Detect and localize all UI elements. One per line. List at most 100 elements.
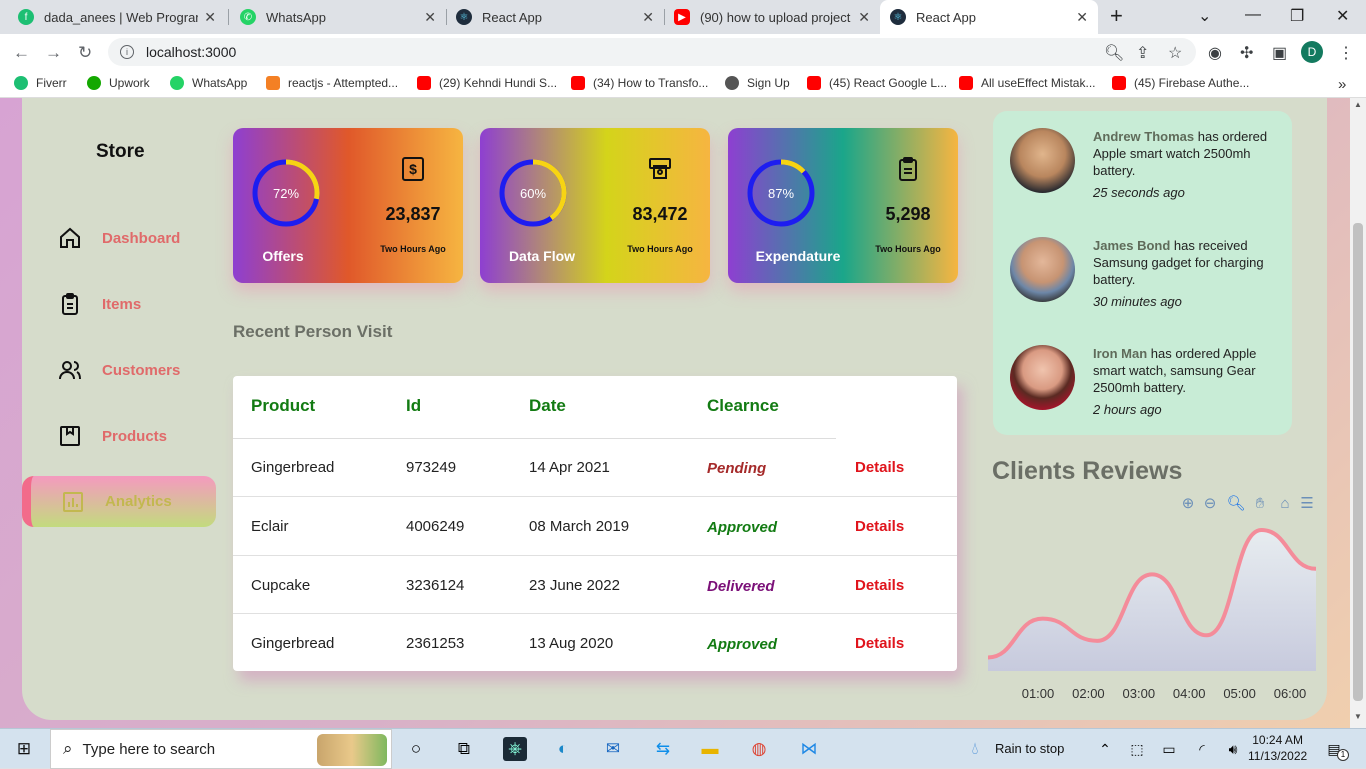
whatsapp-icon [170,76,184,90]
bookmark-fiverr[interactable]: Fiverr [14,76,67,90]
pan-icon[interactable]: ✋︎ [1251,494,1269,512]
tab-3[interactable]: ▶ (90) how to upload project o ✕ [664,0,880,34]
sidebar-item-analytics[interactable]: Analytics [22,476,216,527]
extensions-icon[interactable]: ✣ [1240,43,1253,63]
bookmark-youtube-1[interactable]: (29) Kehndi Hundi S... [417,76,557,90]
recent-visits-table: Product Id Date Clearnce Gingerbread 9732… [233,376,957,671]
file-explorer-icon[interactable]: ▬ [698,737,722,761]
battery-icon[interactable]: ▭ [1157,737,1181,761]
sidebar-item-customers[interactable]: Customers [58,358,180,382]
profile-avatar[interactable]: D [1301,41,1323,63]
tab-4-active[interactable]: ⚛ React App ✕ [880,0,1098,34]
sidebar-item-products[interactable]: Products [58,424,167,448]
wifi-icon[interactable]: ◜ [1190,737,1214,761]
zoom-in-icon[interactable]: ⊕ [1179,494,1197,512]
svg-text:$: $ [409,161,417,177]
bookmark-youtube-3[interactable]: (45) React Google L... [807,76,947,90]
tab-0[interactable]: f dada_anees | Web Programm ✕ [8,0,226,34]
windows-start-icon[interactable]: ⊞ [12,737,36,761]
cell-product: Gingerbread [251,634,335,652]
bookmark-upwork[interactable]: Upwork [87,76,150,90]
menu-dots-icon[interactable]: ⋮ [1338,43,1354,63]
header-id: Id [406,396,422,415]
taskbar-search[interactable]: ⌕ Type here to search [50,729,392,769]
tab-1[interactable]: ✆ WhatsApp ✕ [230,0,446,34]
page-scrollbar[interactable]: ▲ ▼ [1350,98,1366,728]
bookmarks-more-icon[interactable]: » [1338,76,1346,93]
close-icon[interactable]: ✕ [642,9,654,26]
dollar-icon: $ [402,157,424,181]
details-link[interactable]: Details [855,518,904,535]
site-info-icon[interactable]: i [120,45,134,59]
stat-value: 83,472 [632,204,688,224]
weather-text[interactable]: Rain to stop [995,741,1064,756]
bookmark-youtube-2[interactable]: (34) How to Transfo... [571,76,708,90]
sidebar-item-dashboard[interactable]: Dashboard [58,226,180,250]
x-tick-label: 01:00 [1022,686,1055,701]
bookmark-youtube-4[interactable]: All useEffect Mistak... [959,76,1096,90]
bookmark-signup[interactable]: Sign Up [725,76,790,90]
close-icon[interactable]: ✕ [424,9,436,26]
chart-menu-icon[interactable]: ☰ [1298,494,1316,512]
app-icon[interactable]: ⎈ [503,737,527,761]
bookmark-whatsapp[interactable]: WhatsApp [170,76,247,90]
scrollbar-thumb[interactable] [1353,223,1363,701]
volume-icon[interactable]: 🔊︎ [1221,737,1245,761]
weather-icon[interactable]: 💧︎ [963,737,987,761]
url-field[interactable]: i localhost:3000 [108,38,1196,66]
minimize-icon[interactable]: — [1245,6,1261,24]
window-close-icon[interactable]: ✕ [1336,6,1349,26]
reviews-title: Clients Reviews [992,457,1183,485]
close-icon[interactable]: ✕ [204,9,216,26]
bookmark-youtube-5[interactable]: (45) Firebase Authe... [1112,76,1249,90]
chart-area [988,530,1316,671]
reset-home-icon[interactable]: ⌂ [1276,494,1294,512]
bookmark-icon [60,426,80,446]
zoom-icon[interactable]: 🔍︎ [1104,43,1124,63]
tab-search-icon[interactable]: ⌄ [1198,6,1211,26]
cortana-icon[interactable]: ○ [404,737,428,761]
cell-product: Cupcake [251,576,311,594]
tab-2[interactable]: ⚛ React App ✕ [446,0,664,34]
browser-tab-bar: f dada_anees | Web Programm ✕ ✆ WhatsApp… [0,0,1366,34]
teamviewer-icon[interactable]: ⇆ [651,737,675,761]
avatar [1010,237,1075,302]
details-link[interactable]: Details [855,635,904,652]
forward-icon[interactable]: → [45,43,62,63]
edge-icon[interactable]: ◐ [551,737,575,761]
close-icon[interactable]: ✕ [1076,9,1088,26]
share-icon[interactable]: ⇪ [1136,43,1149,63]
zoom-select-icon[interactable]: 🔍︎ [1226,494,1245,512]
new-tab-button[interactable]: + [1110,3,1123,29]
sidepanel-icon[interactable]: ▣ [1272,43,1287,63]
table-row: Gingerbread 2361253 13 Aug 2020 Approved Det… [233,612,957,671]
star-icon[interactable]: ☆ [1168,43,1182,63]
task-view-icon[interactable]: ⧉ [452,737,476,761]
extension-opera-icon[interactable]: ◉ [1208,43,1222,63]
restore-icon[interactable]: ❐ [1290,6,1304,26]
bookmarks-bar: Fiverr Upwork WhatsApp reactjs - Attempt… [0,70,1366,98]
cell-id: 3236124 [406,576,465,594]
cell-product: Eclair [251,518,289,536]
zoom-out-icon[interactable]: ⊖ [1201,494,1219,512]
chrome-icon[interactable]: ◍ [747,737,771,761]
youtube-icon: ▶ [674,9,690,25]
close-icon[interactable]: ✕ [858,9,870,26]
reload-icon[interactable]: ↻ [78,43,92,63]
back-icon[interactable]: ← [13,43,30,63]
avatar [1010,128,1075,193]
youtube-icon [807,76,821,90]
logo-text: Store [96,141,145,162]
mail-icon[interactable]: ✉ [601,737,625,761]
clock[interactable]: 10:24 AM 11/13/2022 [1248,732,1307,764]
details-link[interactable]: Details [855,459,904,476]
details-link[interactable]: Details [855,577,904,594]
vscode-icon[interactable]: ⋈ [797,737,821,761]
x-tick-label: 05:00 [1223,686,1256,701]
tray-app-icon[interactable]: ⬚ [1125,737,1149,761]
whatsapp-icon: ✆ [240,9,256,25]
sidebar-item-items[interactable]: Items [58,292,141,316]
tray-chevron-icon[interactable]: ⌃ [1093,737,1117,761]
bookmark-stackoverflow[interactable]: reactjs - Attempted... [266,76,398,90]
youtube-icon [571,76,585,90]
